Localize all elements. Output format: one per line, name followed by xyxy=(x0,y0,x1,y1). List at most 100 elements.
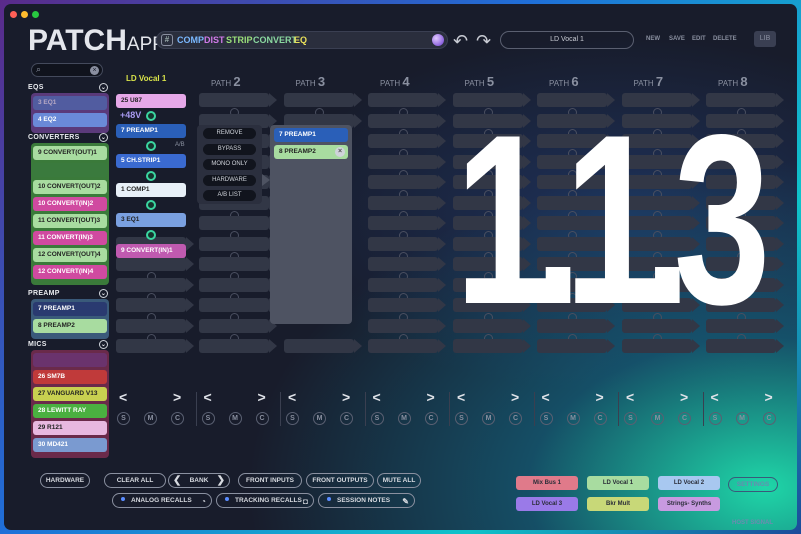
next-icon[interactable]: > xyxy=(680,389,688,405)
session-shortcut-button[interactable]: LD Vocal 2 xyxy=(658,476,720,490)
path-6-c-button[interactable]: C xyxy=(593,412,607,425)
chain-hash-icon[interactable]: # xyxy=(161,34,173,46)
analog-recalls-button[interactable]: ANALOG RECALLS ◔ xyxy=(112,493,212,508)
link-active-icon[interactable] xyxy=(146,230,156,240)
sidebar-item[interactable]: 27 VANGUARD V13 xyxy=(33,387,107,401)
front-outputs-button[interactable]: FRONT OUTPUTS xyxy=(306,473,374,488)
minimize-window-icon[interactable] xyxy=(21,11,28,18)
hardware-button[interactable]: HARDWARE xyxy=(40,473,90,488)
sidebar-item[interactable]: 4 EQ2 xyxy=(33,113,107,127)
empty-slot[interactable] xyxy=(368,298,446,312)
path-1-slot[interactable]: 3 EQ1 xyxy=(116,213,186,227)
menu-edit[interactable]: EDIT xyxy=(692,36,706,42)
path-4-m-button[interactable]: M xyxy=(397,412,411,425)
sidebar-item[interactable]: 7 PREAMP1 xyxy=(33,302,107,316)
path-3-m-button[interactable]: M xyxy=(313,412,326,425)
tracking-recalls-button[interactable]: TRACKING RECALLS ◘ xyxy=(216,493,314,508)
empty-slot[interactable] xyxy=(368,277,446,292)
chain-color-ball-icon[interactable] xyxy=(432,34,444,46)
path-3-c-button[interactable]: C xyxy=(340,412,353,425)
prev-icon[interactable]: < xyxy=(373,389,381,405)
popup-remove-button[interactable]: REMOVE xyxy=(203,128,256,139)
menu-delete[interactable]: DELETE xyxy=(713,36,737,42)
chevron-down-icon[interactable]: ⌄ xyxy=(99,83,108,92)
path-6-s-button[interactable]: S xyxy=(539,412,553,425)
prev-icon[interactable]: < xyxy=(288,389,296,405)
path-1-title[interactable]: LD Vocal 1 xyxy=(126,74,166,83)
empty-slot[interactable] xyxy=(283,339,362,353)
path-1-m-button[interactable]: M xyxy=(144,412,157,425)
sidebar-item[interactable]: 10 CONVERT(OUT)2 xyxy=(33,180,107,194)
session-shortcut-button[interactable]: Strings- Synths xyxy=(658,497,720,511)
sidebar-item[interactable]: 3 EQ1 xyxy=(33,96,107,110)
sidebar-item[interactable] xyxy=(33,353,107,367)
chain-bar[interactable]: # COMP DIST STRIP CONVERT EQ xyxy=(156,31,448,49)
clear-search-icon[interactable]: × xyxy=(90,66,99,75)
chain-item-eq[interactable]: EQ xyxy=(294,35,307,45)
sidebar-item[interactable] xyxy=(33,163,107,177)
session-name-field[interactable]: LD Vocal 1 xyxy=(500,31,634,49)
path-1-slot[interactable]: 5 CH.STRIP1 xyxy=(116,154,186,168)
empty-slot[interactable] xyxy=(283,93,362,107)
sidebar-item[interactable]: 26 SM7B xyxy=(33,370,107,384)
empty-slot[interactable] xyxy=(368,93,446,107)
path-1-slot[interactable]: 1 COMP1 xyxy=(116,183,186,197)
next-icon[interactable]: > xyxy=(342,389,350,405)
empty-slot[interactable] xyxy=(199,318,277,333)
undo-icon[interactable]: ↶ xyxy=(453,31,468,52)
prev-icon[interactable]: < xyxy=(542,389,550,405)
popup-bypass-button[interactable]: BYPASS xyxy=(203,143,256,155)
bank-prev-icon[interactable]: ❮ xyxy=(173,474,181,487)
link-active-icon[interactable] xyxy=(146,141,156,151)
menu-new[interactable]: NEW xyxy=(646,36,660,42)
chevron-down-icon[interactable]: ⌄ xyxy=(99,340,108,349)
path-5-s-button[interactable]: S xyxy=(455,412,468,425)
sidebar-item[interactable]: 9 CONVERT(OUT)1 xyxy=(33,146,107,160)
next-icon[interactable]: > xyxy=(427,389,435,405)
chevron-down-icon[interactable]: ⌄ xyxy=(99,289,108,298)
path-8-c-button[interactable]: C xyxy=(762,412,776,425)
preamp-option[interactable]: 8 PREAMP2 × xyxy=(274,145,348,159)
bank-selector[interactable]: ❮ BANK ❯ xyxy=(168,473,230,488)
empty-slot[interactable] xyxy=(368,318,446,333)
empty-slot[interactable] xyxy=(368,154,446,169)
phantom-power-label[interactable]: +48V xyxy=(120,110,141,120)
popup-hardware-button[interactable]: HARDWARE xyxy=(203,174,256,186)
path-3-title[interactable]: PATH 3 xyxy=(296,74,326,89)
sidebar-item[interactable]: 29 R121 xyxy=(33,421,107,435)
path-7-s-button[interactable]: S xyxy=(624,412,637,425)
path-2-s-button[interactable]: S xyxy=(201,412,215,425)
path-5-c-button[interactable]: C xyxy=(509,412,522,425)
popup-a-b-list-button[interactable]: A/B LIST xyxy=(203,190,256,201)
path-7-m-button[interactable]: M xyxy=(651,412,664,425)
path-6-m-button[interactable]: M xyxy=(566,412,580,425)
path-3-s-button[interactable]: S xyxy=(286,412,299,425)
path-1-slot[interactable]: 9 CONVERT(IN)1 xyxy=(116,244,186,258)
zoom-window-icon[interactable] xyxy=(32,11,39,18)
next-icon[interactable]: > xyxy=(173,389,181,405)
prev-icon[interactable]: < xyxy=(457,389,465,405)
session-shortcut-button[interactable]: LD Vocal 3 xyxy=(516,497,578,511)
session-shortcut-button[interactable]: Bkr Mult xyxy=(587,497,649,511)
next-icon[interactable]: > xyxy=(596,389,604,405)
empty-slot[interactable] xyxy=(116,257,194,271)
sidebar-item[interactable]: 12 CONVERT(OUT)4 xyxy=(33,248,107,262)
sidebar-item[interactable]: 12 CONVERT(IN)4 xyxy=(33,265,107,279)
empty-slot[interactable] xyxy=(368,113,446,128)
empty-slot[interactable] xyxy=(199,93,277,107)
path-8-m-button[interactable]: M xyxy=(735,412,749,425)
empty-slot[interactable] xyxy=(368,257,446,271)
path-2-c-button[interactable]: C xyxy=(255,412,269,425)
close-window-icon[interactable] xyxy=(10,11,17,18)
phantom-power-toggle-icon[interactable] xyxy=(146,111,156,121)
empty-slot[interactable] xyxy=(199,216,277,230)
sidebar-item[interactable]: 30 MD421 xyxy=(33,438,107,452)
path-7-c-button[interactable]: C xyxy=(678,412,691,425)
empty-slot[interactable] xyxy=(116,277,194,292)
chain-item-convert[interactable]: CONVERT xyxy=(253,35,297,45)
chevron-down-icon[interactable]: ⌄ xyxy=(99,133,108,142)
path-1-slot[interactable]: 25 U87 xyxy=(116,94,186,108)
sidebar-item[interactable]: 28 LEWITT RAY xyxy=(33,404,107,418)
empty-slot[interactable] xyxy=(368,236,446,251)
chain-item-dist[interactable]: DIST xyxy=(204,35,225,45)
